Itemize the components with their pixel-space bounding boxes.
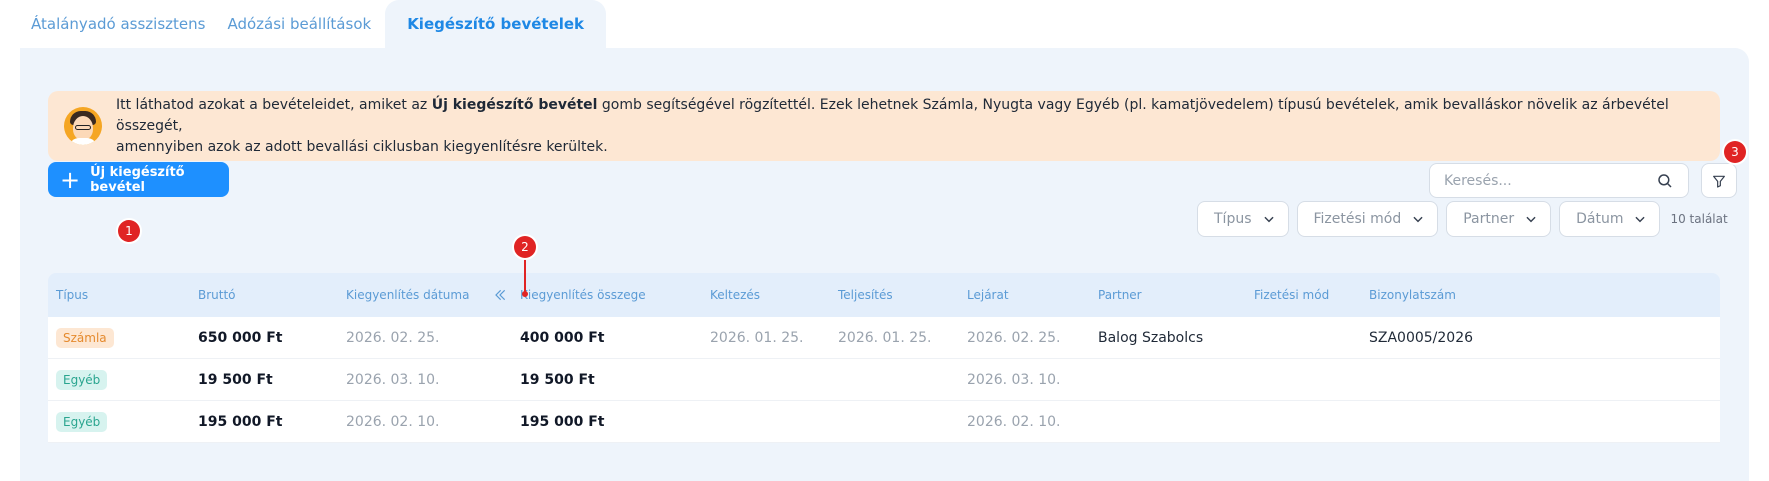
fulfillment-cell: 2026. 01. 25. bbox=[838, 330, 932, 346]
type-badge: Egyéb bbox=[56, 370, 108, 390]
gross-cell: 650 000 Ft bbox=[198, 330, 283, 346]
new-income-button[interactable]: + Új kiegészítő bevétel bbox=[48, 162, 229, 197]
annotation-marker-2-dot bbox=[522, 291, 528, 297]
banner-text: Itt láthatod azokat a bevételeidet, amik… bbox=[116, 95, 1704, 158]
column-header-type[interactable]: Típus bbox=[56, 273, 88, 317]
due-date-cell: 2026. 03. 10. bbox=[967, 372, 1061, 388]
filter-date-dropdown[interactable]: Dátum bbox=[1559, 201, 1661, 237]
tab-adozasi-beallitasok[interactable]: Adózási beállítások bbox=[216, 0, 382, 48]
filter-type-label: Típus bbox=[1214, 211, 1252, 227]
annotation-marker-2-line bbox=[524, 258, 526, 294]
tab-kiegeszito-bevetelek[interactable]: Kiegészítő bevételek bbox=[385, 0, 607, 48]
table-header: Típus Bruttó Kiegyenlítés dátuma Kiegyen… bbox=[48, 273, 1720, 317]
income-table: Típus Bruttó Kiegyenlítés dátuma Kiegyen… bbox=[48, 273, 1720, 443]
results-count: 10 találat bbox=[1670, 212, 1728, 226]
document-number-cell: SZA0005/2026 bbox=[1369, 330, 1474, 346]
settlement-date-cell: 2026. 03. 10. bbox=[346, 372, 440, 388]
type-cell: Egyéb bbox=[56, 401, 108, 443]
due-date-cell: 2026. 02. 25. bbox=[967, 330, 1061, 346]
column-header-document-number[interactable]: Bizonylatszám bbox=[1369, 273, 1456, 317]
gross-cell: 19 500 Ft bbox=[198, 372, 273, 388]
type-badge: Számla bbox=[56, 328, 114, 348]
info-banner: Itt láthatod azokat a bevételeidet, amik… bbox=[48, 91, 1720, 161]
chevron-down-icon bbox=[1526, 216, 1536, 223]
settlement-amount-cell: 400 000 Ft bbox=[520, 330, 605, 346]
issue-date-cell: 2026. 01. 25. bbox=[710, 330, 804, 346]
filter-partner-dropdown[interactable]: Partner bbox=[1446, 201, 1552, 237]
banner-text-line2: amennyiben azok az adott bevallási ciklu… bbox=[116, 138, 608, 155]
settlement-amount-cell: 19 500 Ft bbox=[520, 372, 595, 388]
tab-bar: Átalányadó asszisztens Adózási beállítás… bbox=[20, 0, 607, 48]
type-cell: Egyéb bbox=[56, 359, 108, 401]
table-row[interactable]: Egyéb 19 500 Ft 2026. 03. 10. 19 500 Ft … bbox=[48, 359, 1720, 401]
partner-cell: Balog Szabolcs bbox=[1098, 330, 1204, 346]
table-row[interactable]: Számla 650 000 Ft 2026. 02. 25. 400 000 … bbox=[48, 317, 1720, 359]
filter-button[interactable] bbox=[1701, 163, 1737, 198]
due-date-cell: 2026. 02. 10. bbox=[967, 414, 1061, 430]
column-header-issue-date[interactable]: Keltezés bbox=[710, 273, 760, 317]
chevron-down-icon bbox=[1413, 216, 1423, 223]
settlement-date-cell: 2026. 02. 25. bbox=[346, 330, 440, 346]
settlement-date-cell: 2026. 02. 10. bbox=[346, 414, 440, 430]
search-box[interactable] bbox=[1429, 163, 1689, 198]
chevron-down-icon bbox=[1635, 216, 1646, 223]
plus-icon: + bbox=[60, 165, 81, 194]
filter-type-dropdown[interactable]: Típus bbox=[1197, 201, 1289, 237]
tab-atalanyado-asszisztens[interactable]: Átalányadó asszisztens bbox=[20, 0, 216, 48]
filter-partner-label: Partner bbox=[1463, 211, 1515, 227]
collapse-columns-icon[interactable] bbox=[492, 273, 508, 317]
search-input[interactable] bbox=[1444, 172, 1654, 189]
filter-icon bbox=[1713, 175, 1725, 188]
column-header-payment-method[interactable]: Fizetési mód bbox=[1254, 273, 1329, 317]
column-header-fulfillment[interactable]: Teljesítés bbox=[838, 273, 893, 317]
new-income-button-label: Új kiegészítő bevétel bbox=[90, 164, 185, 195]
search-icon[interactable] bbox=[1656, 172, 1674, 190]
content-panel: Itt láthatod azokat a bevételeidet, amik… bbox=[20, 48, 1749, 481]
column-header-settlement-date[interactable]: Kiegyenlítés dátuma bbox=[346, 273, 469, 317]
banner-text-part: Itt láthatod azokat a bevételeidet, amik… bbox=[116, 96, 432, 113]
banner-bold-text: Új kiegészítő bevétel bbox=[431, 96, 598, 113]
filter-dropdowns: Típus Fizetési mód Partner Dátum 10 talá… bbox=[1197, 201, 1728, 237]
type-cell: Számla bbox=[56, 317, 114, 359]
table-row[interactable]: Egyéb 195 000 Ft 2026. 02. 10. 195 000 F… bbox=[48, 401, 1720, 443]
annotation-marker-3: 3 bbox=[1724, 141, 1746, 163]
filter-date-label: Dátum bbox=[1576, 211, 1624, 227]
filter-payment-method-dropdown[interactable]: Fizetési mód bbox=[1296, 201, 1439, 237]
column-header-gross[interactable]: Bruttó bbox=[198, 273, 236, 317]
annotation-marker-1: 1 bbox=[118, 220, 140, 242]
column-header-due-date[interactable]: Lejárat bbox=[967, 273, 1009, 317]
annotation-marker-2: 2 bbox=[514, 236, 536, 258]
column-header-partner[interactable]: Partner bbox=[1098, 273, 1142, 317]
chevron-down-icon bbox=[1263, 216, 1274, 223]
column-header-settlement-amount[interactable]: Kiegyenlítés összege bbox=[520, 273, 646, 317]
filter-payment-method-label: Fizetési mód bbox=[1313, 211, 1402, 227]
settlement-amount-cell: 195 000 Ft bbox=[520, 414, 605, 430]
type-badge: Egyéb bbox=[56, 412, 108, 432]
assistant-avatar bbox=[64, 107, 102, 145]
gross-cell: 195 000 Ft bbox=[198, 414, 283, 430]
